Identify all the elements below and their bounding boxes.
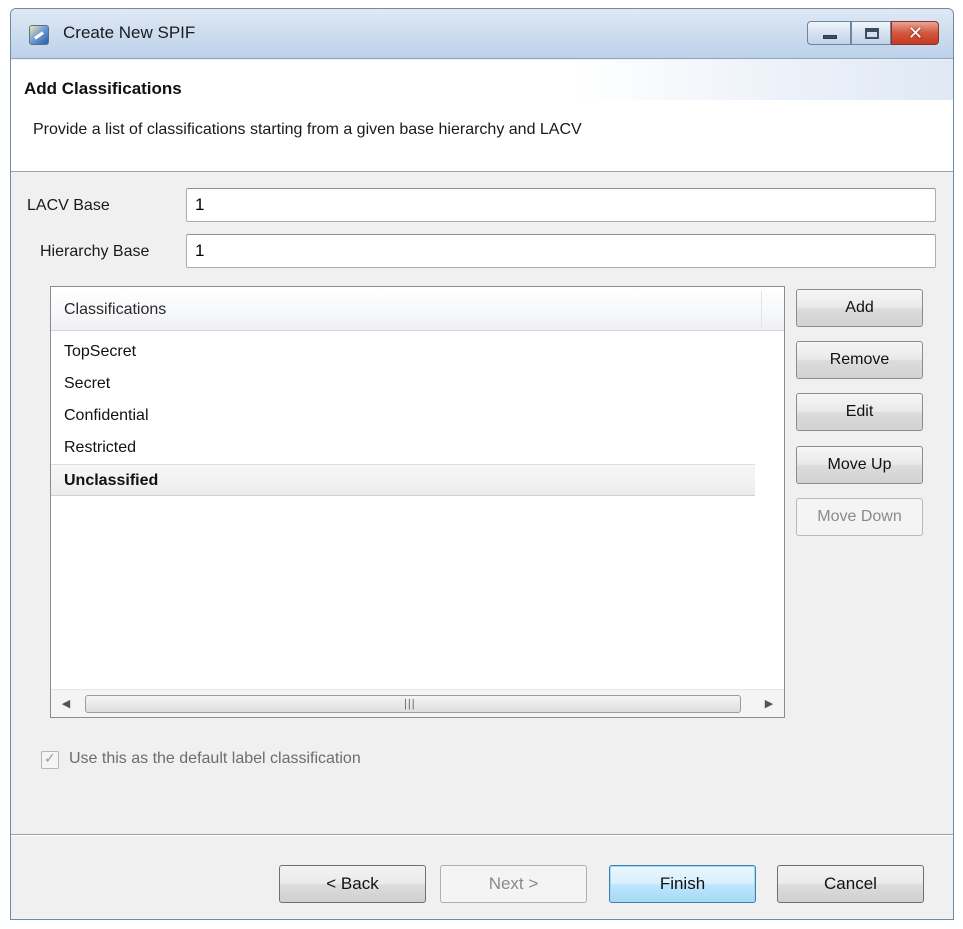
list-item[interactable]: Restricted	[51, 432, 755, 464]
chevron-left-icon[interactable]: ◀	[57, 695, 75, 713]
close-button[interactable]: ✕	[891, 21, 939, 45]
list-item[interactable]: Secret	[51, 368, 755, 400]
add-button[interactable]: Add	[796, 289, 923, 327]
remove-button[interactable]: Remove	[796, 341, 923, 379]
list-item[interactable]: Confidential	[51, 400, 755, 432]
list-item-selected[interactable]: Unclassified	[51, 464, 755, 496]
horizontal-scrollbar[interactable]: ◀ ||| ▶	[51, 689, 784, 717]
default-classification-checkbox[interactable]: ✓	[41, 750, 59, 769]
grip-icon: |||	[404, 698, 416, 710]
move-down-button[interactable]: Move Down	[796, 498, 923, 536]
lacv-base-label: LACV Base	[27, 197, 110, 214]
checkbox-label: Use this as the default label classifica…	[69, 750, 361, 767]
hierarchy-base-label: Hierarchy Base	[40, 243, 150, 260]
edit-button[interactable]: Edit	[796, 393, 923, 431]
classifications-column-header[interactable]: Classifications	[51, 287, 784, 331]
cancel-button[interactable]: Cancel	[777, 865, 924, 903]
checkmark-icon: ✓	[44, 750, 56, 766]
hierarchy-base-input[interactable]	[186, 234, 936, 268]
footer-divider-highlight	[11, 835, 953, 836]
maximize-button[interactable]	[851, 21, 891, 45]
scrollbar-thumb[interactable]: |||	[85, 695, 741, 713]
classifications-list[interactable]: Classifications TopSecret Secret Confide…	[50, 286, 785, 718]
title-bar[interactable]: Create New SPIF ✕	[11, 9, 953, 59]
chevron-right-icon[interactable]: ▶	[760, 695, 778, 713]
page-title: Add Classifications	[24, 79, 182, 98]
page-description: Provide a list of classifications starti…	[33, 121, 582, 138]
minimize-button[interactable]	[807, 21, 851, 45]
window-title: Create New SPIF	[63, 23, 196, 42]
list-item[interactable]: TopSecret	[51, 336, 755, 368]
move-up-button[interactable]: Move Up	[796, 446, 923, 484]
minimize-icon	[823, 35, 837, 39]
app-icon	[29, 25, 49, 45]
window-controls: ✕	[807, 21, 939, 45]
back-button[interactable]: < Back	[279, 865, 426, 903]
wizard-header: Add Classifications Provide a list of cl…	[11, 60, 953, 172]
next-button[interactable]: Next >	[440, 865, 587, 903]
dialog-window: Create New SPIF ✕ Add Classifications Pr…	[10, 8, 954, 920]
maximize-icon	[865, 28, 879, 39]
finish-button[interactable]: Finish	[609, 865, 756, 903]
column-header-label: Classifications	[64, 301, 167, 318]
close-icon: ✕	[908, 23, 924, 43]
column-divider	[761, 291, 762, 327]
lacv-base-input[interactable]	[186, 188, 936, 222]
